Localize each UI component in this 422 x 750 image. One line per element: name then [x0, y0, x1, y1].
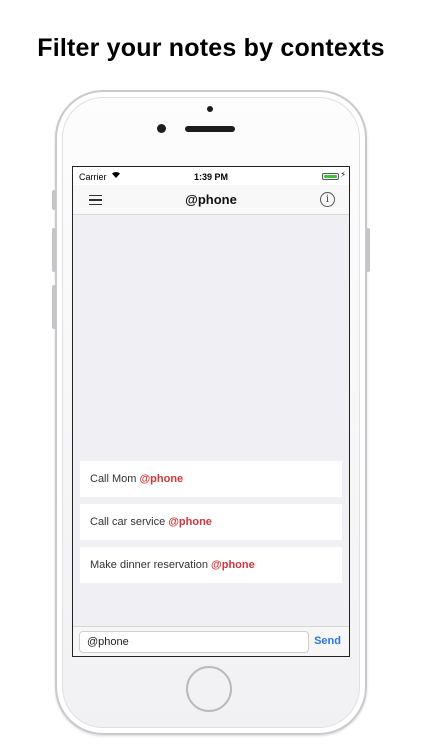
context-tag[interactable]: @phone — [139, 473, 183, 485]
headline: Filter your notes by contexts — [37, 34, 385, 62]
note-text: Make dinner reservation — [90, 559, 209, 571]
list-item[interactable]: Call car service @phone — [80, 504, 342, 540]
note-text: Call Mom — [90, 473, 137, 485]
list-item[interactable]: Call Mom @phone — [80, 461, 342, 497]
navigation-bar: @phone i — [73, 185, 349, 215]
notes-list: Call Mom @phone Call car service @phone Ma… — [73, 215, 349, 626]
phone-screen: Carrier 1:39 PM ⚡ @phone i Call Mom @phon… — [72, 166, 350, 657]
volume-up-button — [52, 228, 56, 272]
page-title: @phone — [185, 192, 237, 207]
battery-icon — [322, 173, 339, 180]
note-text: Call car service — [90, 516, 166, 528]
proximity-sensor — [207, 106, 213, 112]
note-input[interactable] — [79, 631, 309, 653]
context-tag[interactable]: @phone — [211, 559, 255, 571]
charging-icon: ⚡ — [340, 170, 346, 179]
power-button — [366, 228, 370, 272]
home-button[interactable] — [186, 666, 232, 712]
status-bar: Carrier 1:39 PM ⚡ — [73, 167, 349, 185]
info-icon[interactable]: i — [320, 192, 335, 207]
status-time: 1:39 PM — [193, 172, 228, 182]
front-camera — [157, 124, 166, 133]
mute-switch — [52, 190, 56, 210]
context-tag[interactable]: @phone — [168, 516, 212, 528]
send-button[interactable]: Send — [314, 635, 341, 647]
earpiece-speaker — [185, 126, 235, 132]
list-item[interactable]: Make dinner reservation @phone — [80, 547, 342, 583]
volume-down-button — [52, 285, 56, 329]
composer-bar: Send — [73, 626, 349, 656]
